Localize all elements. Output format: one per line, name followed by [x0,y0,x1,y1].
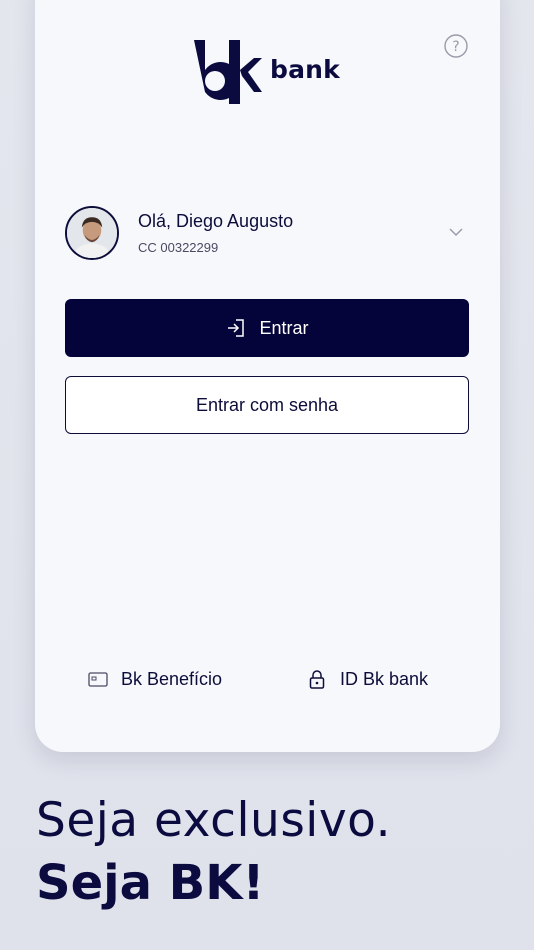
enter-with-password-label: Entrar com senha [195,394,339,415]
id-bk-bank-link[interactable]: ID Bk bank [306,668,428,690]
enter-button-label: Entrar [259,317,309,338]
login-card: ? bank Olá, Diego Augusto CC 00322299 En… [35,0,500,752]
id-bk-bank-label: ID Bk bank [340,668,429,689]
card-icon [88,672,108,687]
tagline-line-1: Seja exclusivo. [36,793,392,848]
bk-bank-logo: bank [192,40,340,104]
account-greeting: Olá, Diego Augusto [138,211,294,231]
chevron-down-icon[interactable] [448,224,464,240]
lock-icon [309,670,325,689]
account-selector[interactable]: Olá, Diego Augusto CC 00322299 [65,206,470,260]
bk-logo-mark-icon [194,40,262,104]
enter-with-password-button[interactable]: Entrar com senha [65,376,469,434]
tagline-line-2: Seja BK! [36,855,265,911]
avatar [65,206,119,260]
enter-button[interactable]: Entrar [65,299,469,357]
bk-beneficio-link[interactable]: Bk Benefício [87,668,222,690]
question-circle-icon[interactable]: ? [444,34,468,58]
login-arrow-icon [228,319,245,337]
account-number: CC 00322299 [138,240,219,255]
bank-wordmark: bank [270,55,340,84]
bk-beneficio-label: Bk Benefício [121,668,223,689]
svg-text:?: ? [452,39,459,55]
